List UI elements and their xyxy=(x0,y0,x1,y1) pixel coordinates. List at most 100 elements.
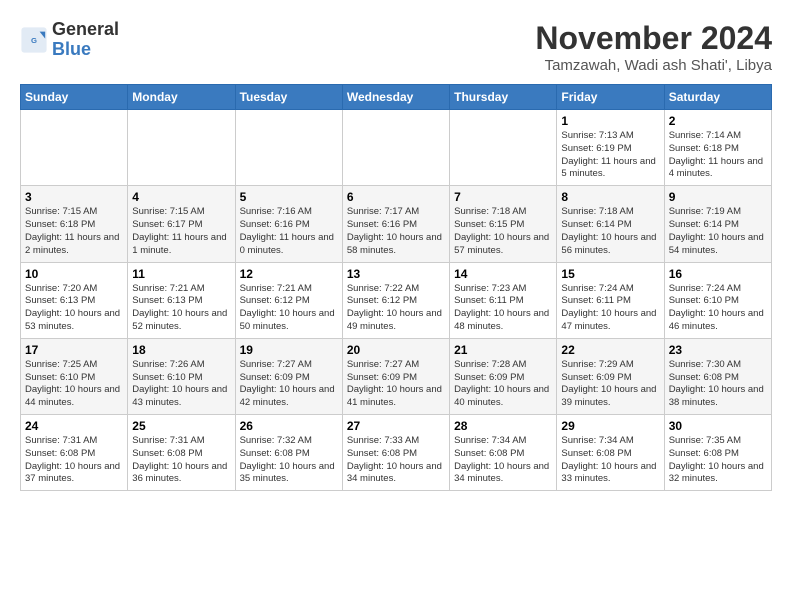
calendar-cell: 3Sunrise: 7:15 AM Sunset: 6:18 PM Daylig… xyxy=(21,186,128,262)
logo-icon: G xyxy=(20,26,48,54)
day-info: Sunrise: 7:26 AM Sunset: 6:10 PM Dayligh… xyxy=(132,359,230,410)
day-number: 1 xyxy=(561,114,659,128)
weekday-header: Sunday xyxy=(21,85,128,110)
day-info: Sunrise: 7:27 AM Sunset: 6:09 PM Dayligh… xyxy=(347,359,445,410)
day-info: Sunrise: 7:15 AM Sunset: 6:18 PM Dayligh… xyxy=(25,206,123,257)
day-info: Sunrise: 7:20 AM Sunset: 6:13 PM Dayligh… xyxy=(25,283,123,334)
calendar-cell: 12 Sunrise: 7:21 AM Sunset: 6:12 PM Dayli… xyxy=(235,262,342,338)
day-number: 11 xyxy=(132,267,230,281)
calendar-cell: 5 Sunrise: 7:16 AM Sunset: 6:16 PM Daylig… xyxy=(235,186,342,262)
day-number: 23 xyxy=(669,343,767,357)
day-info: Sunrise: 7:18 AM Sunset: 6:15 PM Dayligh… xyxy=(454,206,552,257)
weekday-header: Saturday xyxy=(664,85,771,110)
day-info: Sunrise: 7:23 AM Sunset: 6:11 PM Dayligh… xyxy=(454,283,552,334)
calendar-cell: 7 Sunrise: 7:18 AM Sunset: 6:15 PM Daylig… xyxy=(450,186,557,262)
calendar-cell: 14 Sunrise: 7:23 AM Sunset: 6:11 PM Dayli… xyxy=(450,262,557,338)
logo: G General Blue xyxy=(20,20,119,60)
calendar-cell: 13 Sunrise: 7:22 AM Sunset: 6:12 PM Dayli… xyxy=(342,262,449,338)
page-header: G General Blue November 2024 Tamzawah, W… xyxy=(20,20,772,74)
calendar-week-row: 10Sunrise: 7:20 AM Sunset: 6:13 PM Dayli… xyxy=(21,262,772,338)
day-number: 19 xyxy=(240,343,338,357)
day-info: Sunrise: 7:19 AM Sunset: 6:14 PM Dayligh… xyxy=(669,206,767,257)
day-info: Sunrise: 7:33 AM Sunset: 6:08 PM Dayligh… xyxy=(347,435,445,486)
day-number: 9 xyxy=(669,190,767,204)
calendar-week-row: 1Sunrise: 7:13 AM Sunset: 6:19 PM Daylig… xyxy=(21,110,772,186)
day-info: Sunrise: 7:21 AM Sunset: 6:13 PM Dayligh… xyxy=(132,283,230,334)
day-number: 8 xyxy=(561,190,659,204)
day-info: Sunrise: 7:24 AM Sunset: 6:11 PM Dayligh… xyxy=(561,283,659,334)
logo-text: General Blue xyxy=(52,20,119,60)
day-info: Sunrise: 7:17 AM Sunset: 6:16 PM Dayligh… xyxy=(347,206,445,257)
day-info: Sunrise: 7:24 AM Sunset: 6:10 PM Dayligh… xyxy=(669,283,767,334)
calendar-header-row: SundayMondayTuesdayWednesdayThursdayFrid… xyxy=(21,85,772,110)
day-info: Sunrise: 7:30 AM Sunset: 6:08 PM Dayligh… xyxy=(669,359,767,410)
calendar-cell: 2Sunrise: 7:14 AM Sunset: 6:18 PM Daylig… xyxy=(664,110,771,186)
day-info: Sunrise: 7:25 AM Sunset: 6:10 PM Dayligh… xyxy=(25,359,123,410)
calendar-cell: 26 Sunrise: 7:32 AM Sunset: 6:08 PM Dayli… xyxy=(235,415,342,491)
calendar-cell: 23 Sunrise: 7:30 AM Sunset: 6:08 PM Dayli… xyxy=(664,338,771,414)
month-title: November 2024 xyxy=(535,20,772,57)
day-info: Sunrise: 7:21 AM Sunset: 6:12 PM Dayligh… xyxy=(240,283,338,334)
day-number: 12 xyxy=(240,267,338,281)
day-info: Sunrise: 7:34 AM Sunset: 6:08 PM Dayligh… xyxy=(454,435,552,486)
calendar-cell: 17Sunrise: 7:25 AM Sunset: 6:10 PM Dayli… xyxy=(21,338,128,414)
calendar-cell: 28 Sunrise: 7:34 AM Sunset: 6:08 PM Dayli… xyxy=(450,415,557,491)
day-number: 25 xyxy=(132,419,230,433)
calendar-cell: 25 Sunrise: 7:31 AM Sunset: 6:08 PM Dayli… xyxy=(128,415,235,491)
calendar-cell: 11 Sunrise: 7:21 AM Sunset: 6:13 PM Dayli… xyxy=(128,262,235,338)
day-info: Sunrise: 7:31 AM Sunset: 6:08 PM Dayligh… xyxy=(25,435,123,486)
day-number: 20 xyxy=(347,343,445,357)
day-info: Sunrise: 7:16 AM Sunset: 6:16 PM Dayligh… xyxy=(240,206,338,257)
title-block: November 2024 Tamzawah, Wadi ash Shati',… xyxy=(535,20,772,74)
calendar-cell xyxy=(235,110,342,186)
calendar-cell xyxy=(128,110,235,186)
weekday-header: Monday xyxy=(128,85,235,110)
weekday-header: Tuesday xyxy=(235,85,342,110)
calendar-cell: 16Sunrise: 7:24 AM Sunset: 6:10 PM Dayli… xyxy=(664,262,771,338)
day-info: Sunrise: 7:29 AM Sunset: 6:09 PM Dayligh… xyxy=(561,359,659,410)
calendar-cell: 1Sunrise: 7:13 AM Sunset: 6:19 PM Daylig… xyxy=(557,110,664,186)
day-number: 24 xyxy=(25,419,123,433)
calendar-cell: 20 Sunrise: 7:27 AM Sunset: 6:09 PM Dayli… xyxy=(342,338,449,414)
day-number: 13 xyxy=(347,267,445,281)
calendar-cell: 29Sunrise: 7:34 AM Sunset: 6:08 PM Dayli… xyxy=(557,415,664,491)
day-info: Sunrise: 7:22 AM Sunset: 6:12 PM Dayligh… xyxy=(347,283,445,334)
logo-line2: Blue xyxy=(52,40,119,60)
calendar-cell: 30Sunrise: 7:35 AM Sunset: 6:08 PM Dayli… xyxy=(664,415,771,491)
day-info: Sunrise: 7:18 AM Sunset: 6:14 PM Dayligh… xyxy=(561,206,659,257)
day-number: 14 xyxy=(454,267,552,281)
calendar-cell: 19Sunrise: 7:27 AM Sunset: 6:09 PM Dayli… xyxy=(235,338,342,414)
calendar-cell: 10Sunrise: 7:20 AM Sunset: 6:13 PM Dayli… xyxy=(21,262,128,338)
day-number: 4 xyxy=(132,190,230,204)
weekday-header: Thursday xyxy=(450,85,557,110)
day-number: 6 xyxy=(347,190,445,204)
weekday-header: Friday xyxy=(557,85,664,110)
day-number: 7 xyxy=(454,190,552,204)
day-number: 5 xyxy=(240,190,338,204)
calendar-cell: 6 Sunrise: 7:17 AM Sunset: 6:16 PM Daylig… xyxy=(342,186,449,262)
calendar-cell: 24 Sunrise: 7:31 AM Sunset: 6:08 PM Dayli… xyxy=(21,415,128,491)
day-number: 28 xyxy=(454,419,552,433)
calendar-week-row: 17Sunrise: 7:25 AM Sunset: 6:10 PM Dayli… xyxy=(21,338,772,414)
calendar-cell: 18 Sunrise: 7:26 AM Sunset: 6:10 PM Dayli… xyxy=(128,338,235,414)
day-number: 18 xyxy=(132,343,230,357)
calendar-cell: 27Sunrise: 7:33 AM Sunset: 6:08 PM Dayli… xyxy=(342,415,449,491)
calendar-cell: 9 Sunrise: 7:19 AM Sunset: 6:14 PM Daylig… xyxy=(664,186,771,262)
day-info: Sunrise: 7:32 AM Sunset: 6:08 PM Dayligh… xyxy=(240,435,338,486)
calendar-cell: 21 Sunrise: 7:28 AM Sunset: 6:09 PM Dayli… xyxy=(450,338,557,414)
day-number: 29 xyxy=(561,419,659,433)
day-number: 26 xyxy=(240,419,338,433)
calendar-cell xyxy=(450,110,557,186)
calendar-cell: 4Sunrise: 7:15 AM Sunset: 6:17 PM Daylig… xyxy=(128,186,235,262)
calendar-week-row: 24 Sunrise: 7:31 AM Sunset: 6:08 PM Dayli… xyxy=(21,415,772,491)
calendar-week-row: 3Sunrise: 7:15 AM Sunset: 6:18 PM Daylig… xyxy=(21,186,772,262)
calendar-cell: 8 Sunrise: 7:18 AM Sunset: 6:14 PM Daylig… xyxy=(557,186,664,262)
day-number: 21 xyxy=(454,343,552,357)
weekday-header: Wednesday xyxy=(342,85,449,110)
day-info: Sunrise: 7:31 AM Sunset: 6:08 PM Dayligh… xyxy=(132,435,230,486)
calendar-cell: 15Sunrise: 7:24 AM Sunset: 6:11 PM Dayli… xyxy=(557,262,664,338)
day-info: Sunrise: 7:28 AM Sunset: 6:09 PM Dayligh… xyxy=(454,359,552,410)
day-info: Sunrise: 7:35 AM Sunset: 6:08 PM Dayligh… xyxy=(669,435,767,486)
logo-line1: General xyxy=(52,20,119,40)
day-number: 22 xyxy=(561,343,659,357)
